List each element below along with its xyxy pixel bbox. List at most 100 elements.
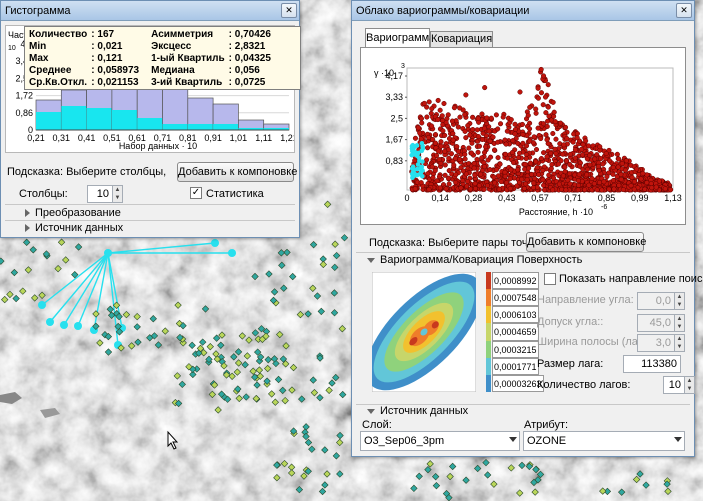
cloud-point[interactable]	[587, 152, 593, 158]
cloud-point[interactable]	[601, 179, 607, 185]
cloud-point[interactable]	[520, 131, 526, 138]
cloud-point[interactable]	[436, 174, 443, 180]
cloud-point[interactable]	[529, 171, 535, 178]
cloud-point[interactable]	[442, 148, 448, 154]
cloud-point[interactable]	[523, 155, 529, 162]
lag-count-input[interactable]: 10	[663, 376, 685, 394]
cloud-point[interactable]	[462, 128, 468, 134]
cloud-point[interactable]	[437, 107, 443, 113]
angle-direction-spinner[interactable]: ▲ ▼	[674, 292, 685, 310]
cloud-point[interactable]	[548, 165, 554, 172]
bins-spinner[interactable]: ▲ ▼	[112, 185, 123, 203]
cloud-point[interactable]	[446, 181, 452, 187]
cloud-point[interactable]	[453, 179, 459, 185]
cloud-point[interactable]	[561, 142, 567, 148]
cloud-point[interactable]	[540, 102, 546, 108]
cloud-point[interactable]	[575, 178, 581, 184]
selected-cloud-point[interactable]	[410, 175, 415, 181]
cloud-point[interactable]	[616, 182, 622, 188]
cloud-point[interactable]	[465, 123, 471, 129]
cloud-point[interactable]	[619, 160, 625, 167]
cloud-point[interactable]	[425, 171, 431, 177]
cloud-point[interactable]	[668, 187, 674, 193]
cloud-point[interactable]	[603, 150, 609, 157]
cloud-point[interactable]	[472, 181, 478, 187]
cloud-point[interactable]	[540, 73, 547, 79]
cloud-point[interactable]	[435, 148, 441, 154]
cloud-point[interactable]	[552, 119, 558, 125]
histogram-add-to-layout-button[interactable]: Добавить к компоновке	[177, 162, 297, 182]
cloud-point[interactable]	[482, 85, 488, 91]
cloud-point[interactable]	[424, 114, 430, 120]
cloud-point[interactable]	[434, 152, 440, 159]
variogram-source-section[interactable]: Источник данных	[367, 405, 468, 417]
cloud-point[interactable]	[560, 151, 566, 157]
cloud-point[interactable]	[474, 127, 480, 133]
selected-station[interactable]	[74, 322, 82, 330]
cloud-point[interactable]	[412, 135, 418, 141]
cloud-point[interactable]	[543, 132, 549, 138]
cloud-point[interactable]	[628, 183, 634, 189]
cloud-point[interactable]	[432, 132, 439, 138]
histogram-bar[interactable]	[162, 83, 189, 131]
cloud-point[interactable]	[575, 187, 581, 193]
variogram-surface-map[interactable]	[372, 272, 476, 392]
cloud-point[interactable]	[507, 186, 513, 192]
cloud-point[interactable]	[495, 126, 501, 132]
selected-station[interactable]	[60, 321, 68, 329]
cloud-point[interactable]	[516, 150, 523, 156]
cloud-point[interactable]	[544, 137, 550, 143]
cloud-point[interactable]	[490, 134, 496, 140]
cloud-point[interactable]	[510, 138, 516, 144]
variogram-titlebar[interactable]: Облако вариограммы/ковариации ✕	[352, 1, 694, 21]
selected-cloud-point[interactable]	[411, 167, 417, 173]
cloud-point[interactable]	[594, 152, 600, 158]
cloud-point[interactable]	[511, 175, 517, 181]
cloud-point[interactable]	[584, 172, 590, 178]
show-direction-checkbox[interactable]	[544, 273, 556, 285]
cloud-point[interactable]	[556, 181, 562, 187]
selected-cloud-point[interactable]	[414, 153, 420, 159]
cloud-point[interactable]	[538, 90, 545, 96]
cloud-point[interactable]	[471, 160, 477, 167]
surface-section[interactable]: Вариограмма/Ковариация Поверхность	[367, 254, 582, 266]
attribute-select[interactable]: OZONE	[523, 431, 685, 451]
cloud-point[interactable]	[481, 149, 488, 156]
cloud-point[interactable]	[502, 173, 508, 179]
cloud-point[interactable]	[610, 171, 616, 177]
cloud-point[interactable]	[576, 172, 582, 178]
cloud-point[interactable]	[527, 138, 533, 144]
cloud-point[interactable]	[587, 162, 593, 168]
selected-cloud-point[interactable]	[418, 170, 424, 176]
cloud-point[interactable]	[524, 143, 530, 149]
cloud-point[interactable]	[533, 106, 539, 112]
cloud-point[interactable]	[531, 180, 537, 186]
cloud-point[interactable]	[524, 177, 530, 183]
cloud-point[interactable]	[487, 167, 493, 173]
cloud-point[interactable]	[450, 130, 456, 137]
cloud-point[interactable]	[522, 161, 528, 167]
cloud-point[interactable]	[546, 113, 552, 119]
cloud-point[interactable]	[536, 172, 542, 178]
cloud-point[interactable]	[515, 154, 522, 161]
cloud-point[interactable]	[579, 146, 585, 152]
cloud-point[interactable]	[469, 140, 475, 146]
cloud-point[interactable]	[509, 149, 515, 156]
cloud-point[interactable]	[559, 186, 565, 192]
cloud-point[interactable]	[579, 152, 586, 158]
cloud-point[interactable]	[541, 187, 548, 193]
cloud-point[interactable]	[492, 180, 498, 186]
cloud-point[interactable]	[594, 187, 600, 193]
statistics-checkbox[interactable]: ✓	[190, 187, 202, 199]
cloud-point[interactable]	[491, 174, 497, 180]
cloud-point[interactable]	[521, 185, 527, 192]
cloud-point[interactable]	[527, 104, 533, 110]
angle-tolerance-input[interactable]: 45,0	[637, 314, 675, 332]
cloud-point[interactable]	[583, 138, 589, 144]
cloud-point[interactable]	[451, 162, 457, 168]
cloud-point[interactable]	[508, 167, 514, 173]
cloud-point[interactable]	[649, 185, 655, 191]
cloud-point[interactable]	[553, 136, 559, 142]
variogram-chart[interactable]: γ ·10 3 4,173,332,51,670,830 0,14 0,28 0,43…	[361, 48, 685, 224]
cloud-point[interactable]	[540, 167, 546, 174]
